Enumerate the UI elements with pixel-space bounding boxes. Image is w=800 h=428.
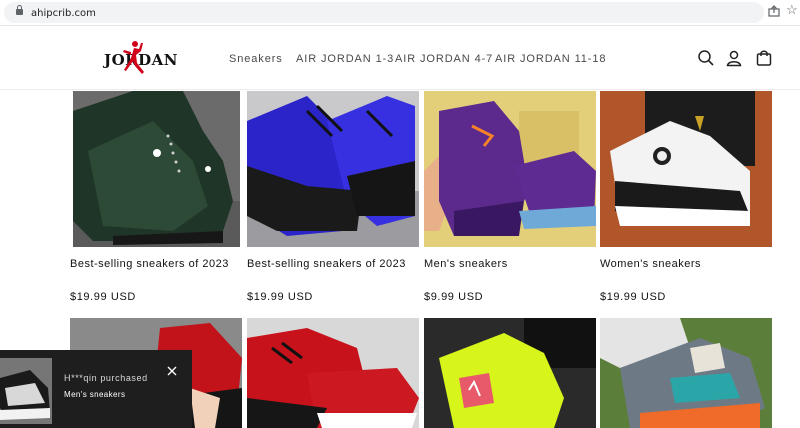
product-price: $9.99 USD: [424, 291, 484, 303]
account-icon[interactable]: [725, 49, 743, 67]
product-title[interactable]: Best-selling sneakers of 2023: [70, 258, 229, 270]
url-field[interactable]: ahipcrib.com: [4, 2, 764, 23]
notification-buyer-text: H***qin purchased: [64, 373, 148, 383]
share-icon[interactable]: [768, 5, 780, 17]
jumpman-icon: [123, 41, 144, 74]
product-image-green-jordan[interactable]: [73, 91, 240, 247]
url-text: ahipcrib.com: [31, 8, 96, 19]
lock-icon[interactable]: [16, 5, 23, 15]
close-icon[interactable]: [166, 365, 178, 377]
product-price: $19.99 USD: [247, 291, 313, 303]
product-image-jordan-7[interactable]: [600, 318, 772, 428]
nav-air-jordan-11-18[interactable]: AIR JORDAN 11-18: [495, 53, 606, 65]
purchase-notification[interactable]: H***qin purchased Men's sneakers: [0, 350, 192, 428]
product-image-purple-jordan-5[interactable]: [424, 91, 596, 247]
nav-sneakers[interactable]: Sneakers: [229, 53, 283, 65]
product-image-volt-jordan-4[interactable]: [424, 318, 596, 428]
cart-icon[interactable]: [755, 49, 773, 67]
notification-product-name[interactable]: Men's sneakers: [64, 390, 125, 399]
nav-air-jordan-1-3[interactable]: AIR JORDAN 1-3: [296, 53, 394, 65]
search-icon[interactable]: [697, 49, 715, 67]
notification-product-thumbnail[interactable]: [0, 358, 52, 424]
product-title[interactable]: Best-selling sneakers of 2023: [247, 258, 406, 270]
bookmark-star-icon[interactable]: ☆: [786, 3, 798, 17]
site-header: JORDAN Sneakers AIR JORDAN 1-3 AIR JORDA…: [0, 26, 800, 90]
jordan-logo[interactable]: JORDAN: [104, 38, 178, 80]
browser-address-bar: ahipcrib.com ☆: [0, 0, 800, 26]
product-image-red-jordan-14[interactable]: [247, 318, 419, 428]
product-price: $19.99 USD: [600, 291, 666, 303]
product-title[interactable]: Women's sneakers: [600, 258, 701, 270]
product-title[interactable]: Men's sneakers: [424, 258, 508, 270]
product-price: $19.99 USD: [70, 291, 136, 303]
product-image-purple-jordan[interactable]: [247, 91, 419, 247]
nav-air-jordan-4-7[interactable]: AIR JORDAN 4-7: [395, 53, 493, 65]
product-image-white-jordan[interactable]: [600, 91, 772, 247]
